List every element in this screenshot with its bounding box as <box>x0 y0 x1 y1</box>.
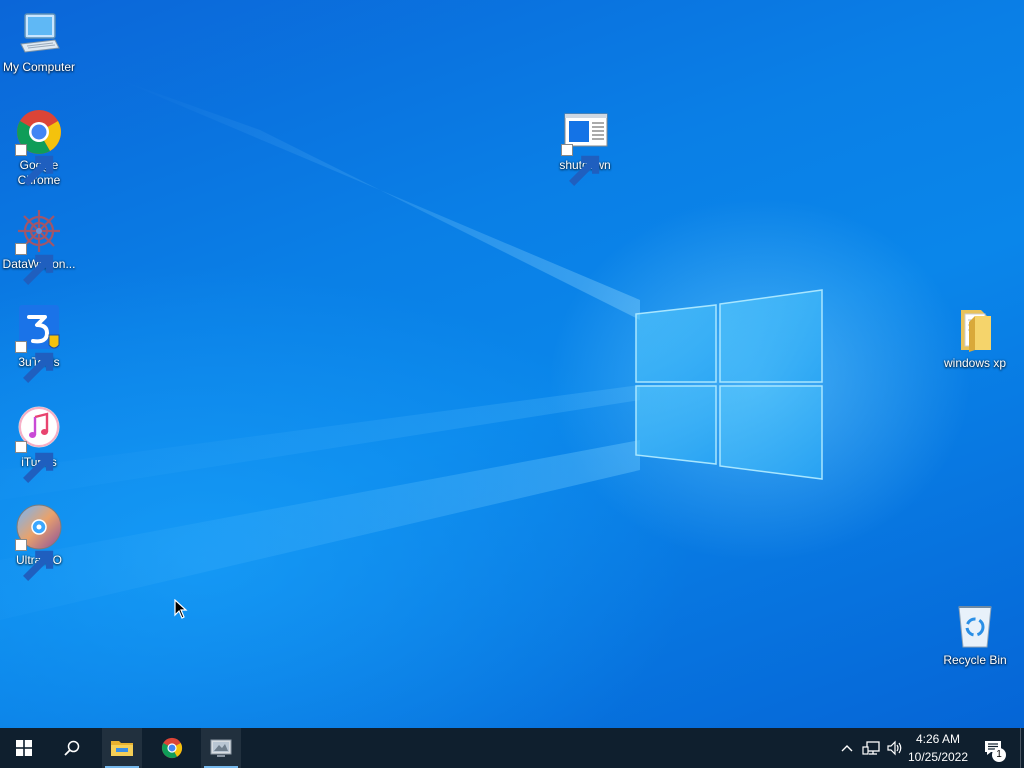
shutdown-shortcut-icon <box>561 108 609 186</box>
taskbar: 4:26 AM 10/25/2022 <box>0 728 1024 768</box>
shortcut-arrow-icon <box>15 243 54 285</box>
remote-app-icon <box>210 739 232 757</box>
desktop-icon-google-chrome[interactable]: Google Chrome <box>0 108 78 188</box>
chrome-icon <box>161 737 183 759</box>
action-center-button[interactable] <box>978 728 1008 768</box>
mouse-cursor-icon <box>174 599 188 619</box>
clock[interactable]: 4:26 AM 10/25/2022 <box>904 730 972 766</box>
shortcut-arrow-icon <box>561 144 600 186</box>
computer-icon <box>15 10 63 58</box>
taskbar-app-google-chrome[interactable] <box>152 728 192 768</box>
network-button[interactable] <box>860 728 882 768</box>
clock-time: 4:26 AM <box>915 732 961 746</box>
desktop-icon-shutdown[interactable]: shutdown <box>546 108 624 186</box>
show-desktop-divider <box>1019 728 1021 768</box>
search-button[interactable] <box>52 728 92 768</box>
search-icon <box>64 740 80 756</box>
desktop-icon-label: Recycle Bin <box>943 653 1007 667</box>
show-desktop-button[interactable] <box>1016 728 1024 768</box>
desktop-icon-ultraiso[interactable]: UltraISO <box>0 503 78 581</box>
datawagon-icon <box>15 207 63 285</box>
desktop-icon-recycle-bin[interactable]: Recycle Bin <box>936 603 1014 668</box>
desktop-icon-my-computer[interactable]: My Computer <box>0 10 78 75</box>
folder-icon <box>951 306 999 354</box>
taskbar-app-file-explorer[interactable] <box>102 728 142 768</box>
shortcut-arrow-icon <box>15 341 54 383</box>
recycle-bin-icon <box>951 603 999 651</box>
desktop-background: My Computer Google Chrome DataWagon... 3… <box>0 0 1024 728</box>
chrome-icon <box>15 108 63 186</box>
taskbar-app-remote[interactable] <box>201 728 241 768</box>
desktop-icon-3utools[interactable]: 3uTools <box>0 305 78 383</box>
desktop-icon-datawagon[interactable]: DataWagon... <box>0 207 78 285</box>
itunes-icon <box>15 405 63 483</box>
desktop-icon-windows-xp-folder[interactable]: windows xp <box>936 306 1014 371</box>
show-hidden-icons-button[interactable] <box>838 728 856 768</box>
shortcut-arrow-icon <box>15 441 54 483</box>
shortcut-arrow-icon <box>15 144 54 186</box>
shortcut-arrow-icon <box>15 539 54 581</box>
ultraiso-icon <box>15 503 63 581</box>
file-explorer-icon <box>111 741 133 756</box>
notification-count-badge: 1 <box>992 748 1006 762</box>
desktop-icon-label: windows xp <box>943 356 1007 370</box>
wallpaper-windows-logo <box>635 289 823 480</box>
network-icon <box>862 741 880 755</box>
speaker-icon <box>887 740 902 756</box>
start-button[interactable] <box>4 728 44 768</box>
chevron-up-icon <box>841 745 853 752</box>
desktop-icon-label: My Computer <box>2 60 76 74</box>
start-icon <box>16 740 32 756</box>
desktop-icon-itunes[interactable]: iTunes <box>0 405 78 483</box>
volume-button[interactable] <box>884 728 906 768</box>
3utools-icon <box>15 305 63 383</box>
clock-date: 10/25/2022 <box>907 750 969 764</box>
